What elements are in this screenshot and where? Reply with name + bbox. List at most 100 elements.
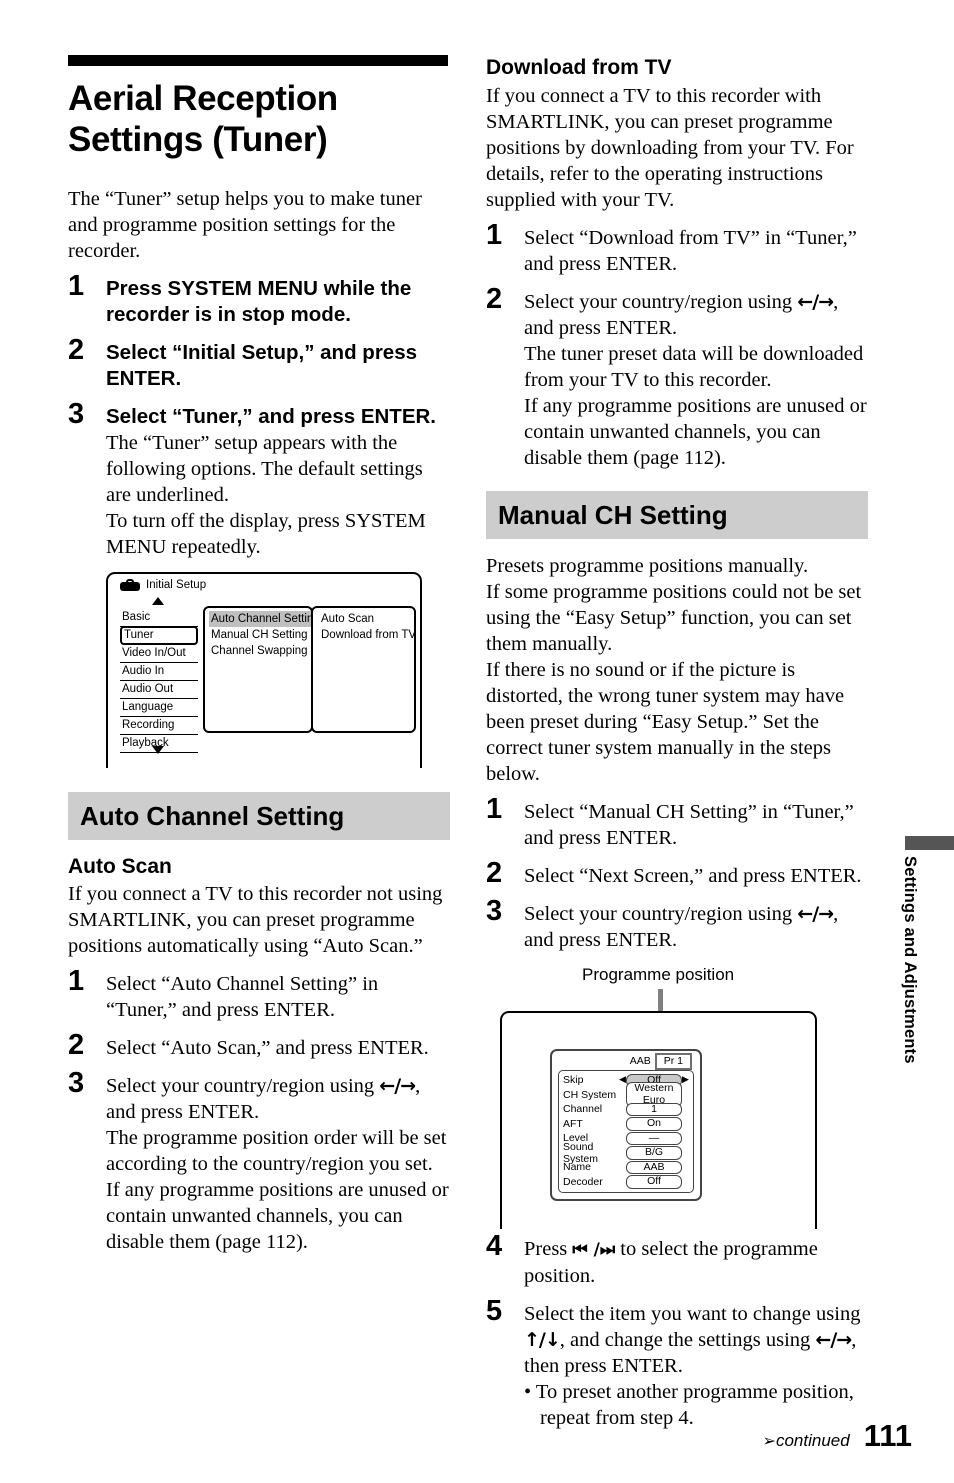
tv-screen-frame: AAB Pr 1 Skip ◀ Off ▶ CH System ◀	[500, 1011, 817, 1229]
setting-value[interactable]: On	[626, 1117, 682, 1131]
document-page: Aerial Reception Settings (Tuner) The “T…	[0, 0, 954, 1483]
menu-title: Initial Setup	[120, 579, 206, 591]
left-right-arrow-icon: ←/→	[797, 291, 834, 313]
menu-item-auto-channel-setting[interactable]: Auto Channel Setting	[209, 611, 320, 627]
section-heading-auto-channel-setting: Auto Channel Setting	[68, 792, 450, 840]
setting-label: AFT	[563, 1117, 583, 1130]
menu-item-channel-swapping[interactable]: Channel Swapping	[209, 643, 311, 659]
menu-item-playback[interactable]: Playback	[120, 735, 198, 753]
setting-row-aft[interactable]: AFT ◀ On ▶	[563, 1117, 689, 1132]
sub-heading-download-from-tv: Download from TV	[486, 56, 672, 79]
panel-header: AAB Pr 1	[558, 1052, 694, 1070]
menu-item-auto-scan[interactable]: Auto Scan	[321, 611, 414, 627]
step-text-pre: Select the item you want to change using	[524, 1303, 861, 1325]
step-text: Select your country/region using ←/→, an…	[524, 901, 868, 953]
figure-caption: Programme position	[582, 965, 735, 984]
step-text: Select “Auto Channel Setting” in “Tuner,…	[106, 973, 379, 1021]
step-item: 2 Select “Auto Scan,” and press ENTER.	[68, 1030, 450, 1061]
menu-item-video-in-out[interactable]: Video In/Out	[120, 645, 198, 663]
step-item: 3 Select your country/region using ←/→, …	[68, 1068, 450, 1255]
menu-item-language[interactable]: Language	[120, 699, 198, 717]
step-item: 5 Select the item you want to change usi…	[486, 1296, 868, 1431]
skip-prev-next-icon: ⏮ /⏭	[572, 1240, 616, 1260]
right-arrow-icon: ➢	[762, 1431, 776, 1450]
page-footer: ➢continued 111	[0, 1418, 912, 1454]
step-text-pre: Press	[524, 1238, 573, 1260]
left-right-arrow-icon: ←/→	[379, 1075, 416, 1097]
setting-value[interactable]: AAB	[626, 1160, 682, 1174]
left-column: Aerial Reception Settings (Tuner) The “T…	[68, 55, 450, 1267]
step-text: Select the item you want to change using…	[524, 1301, 868, 1379]
initial-setup-menu-figure: Initial Setup Basic Tuner Video In/Out A…	[106, 572, 426, 772]
setting-row-ch-system[interactable]: CH System ◀ Western Euro ▶	[563, 1082, 689, 1108]
step-number: 2	[68, 1029, 85, 1061]
step-text-pre: Select your country/region using	[106, 1075, 380, 1097]
right-column: Download from TV If you connect a TV to …	[486, 55, 868, 1443]
setting-value[interactable]: 1	[626, 1102, 682, 1116]
up-down-arrow-icon: ↑/↓	[524, 1329, 561, 1351]
scroll-up-icon	[152, 597, 164, 605]
continued-marker: ➢continued	[763, 1431, 850, 1451]
menu-title-label: Initial Setup	[146, 579, 207, 591]
menu-item-basic[interactable]: Basic	[120, 609, 198, 627]
setting-value[interactable]: —	[626, 1131, 682, 1145]
step-number: 2	[486, 857, 503, 889]
step-number: 5	[486, 1295, 503, 1327]
step-text-pre: Select your country/region using	[524, 291, 798, 313]
programme-position-figure: Programme position AAB Pr 1 Skip ◀ Off ▶	[486, 965, 868, 1230]
step-item: 1 Select “Manual CH Setting” in “Tuner,”…	[486, 794, 868, 851]
channel-settings-panel: AAB Pr 1 Skip ◀ Off ▶ CH System ◀	[550, 1049, 702, 1201]
setting-row-sound-system[interactable]: Sound System ◀ B/G ▶	[563, 1141, 689, 1165]
manual-body-3: If there is no sound or if the picture i…	[486, 659, 845, 785]
continued-label: continued	[775, 1431, 850, 1450]
step-text: Press SYSTEM MENU while the recorder is …	[106, 277, 412, 326]
menu-item-audio-in[interactable]: Audio In	[120, 663, 198, 681]
menu-item-manual-ch-setting[interactable]: Manual CH Setting	[209, 627, 311, 643]
left-right-arrow-icon: ←/→	[815, 1329, 852, 1351]
step-text: Select “Auto Scan,” and press ENTER.	[106, 1037, 429, 1059]
step-item: 3 Select your country/region using ←/→, …	[486, 896, 868, 953]
step-number: 1	[486, 219, 503, 251]
step-number: 1	[68, 965, 85, 997]
step-number: 3	[68, 398, 85, 430]
step-text: Select “Manual CH Setting” in “Tuner,” a…	[524, 801, 854, 849]
step-item: 1 Press SYSTEM MENU while the recorder i…	[68, 271, 450, 328]
page-title: Aerial Reception Settings (Tuner)	[68, 79, 338, 159]
step-text: Select “Download from TV” in “Tuner,” an…	[524, 227, 857, 275]
setting-row-decoder[interactable]: Decoder ◀ Off ▶	[563, 1175, 689, 1190]
menu-item-tuner[interactable]: Tuner	[120, 626, 198, 645]
left-caret-icon[interactable]: ◀	[619, 1075, 626, 1085]
step-item: 3 Select “Tuner,” and press ENTER. The “…	[68, 399, 450, 560]
setting-label: Decoder	[563, 1175, 603, 1188]
right-caret-icon[interactable]: ▶	[682, 1075, 689, 1085]
step-item: 1 Select “Download from TV” in “Tuner,” …	[486, 220, 868, 277]
step-text: Select “Next Screen,” and press ENTER.	[524, 865, 862, 887]
setting-value[interactable]: B/G	[626, 1146, 682, 1160]
section-heading-manual-ch-setting: Manual CH Setting	[486, 491, 868, 539]
menu-item-audio-out[interactable]: Audio Out	[120, 681, 198, 699]
auto-scan-body: If you connect a TV to this recorder not…	[68, 883, 443, 957]
side-tab-label: Settings and Adjustments	[901, 856, 919, 1064]
setting-row-name[interactable]: Name ◀ AAB ▶	[563, 1160, 689, 1175]
programme-position-badge: Pr 1	[654, 1052, 692, 1070]
toolbox-icon	[120, 579, 140, 591]
manual-body-2: If some programme positions could not be…	[486, 581, 862, 655]
title-rule	[68, 55, 448, 66]
download-body: If you connect a TV to this recorder wit…	[486, 85, 854, 211]
step-item: 1 Select “Auto Channel Setting” in “Tune…	[68, 966, 450, 1023]
setting-label: CH System	[563, 1088, 617, 1101]
step-text: Select your country/region using ←/→, an…	[106, 1073, 450, 1125]
step-text: Select your country/region using ←/→, an…	[524, 289, 868, 341]
step-text: Select “Initial Setup,” and press ENTER.	[106, 341, 418, 390]
step-detail: The tuner preset data will be downloaded…	[524, 343, 864, 391]
step-number: 2	[486, 283, 503, 315]
step-text-mid: , and change the settings using	[559, 1329, 816, 1351]
step-number: 1	[486, 793, 503, 825]
setting-value[interactable]: Off	[626, 1175, 682, 1189]
menu-item-recording[interactable]: Recording	[120, 717, 198, 735]
menu-item-download-from-tv[interactable]: Download from TV	[321, 627, 416, 643]
step-item: 2 Select “Initial Setup,” and press ENTE…	[68, 335, 450, 392]
setting-label: Name	[563, 1161, 592, 1174]
intro-paragraph: The “Tuner” setup helps you to make tune…	[68, 188, 422, 262]
step-detail: The “Tuner” setup appears with the follo…	[106, 432, 423, 506]
